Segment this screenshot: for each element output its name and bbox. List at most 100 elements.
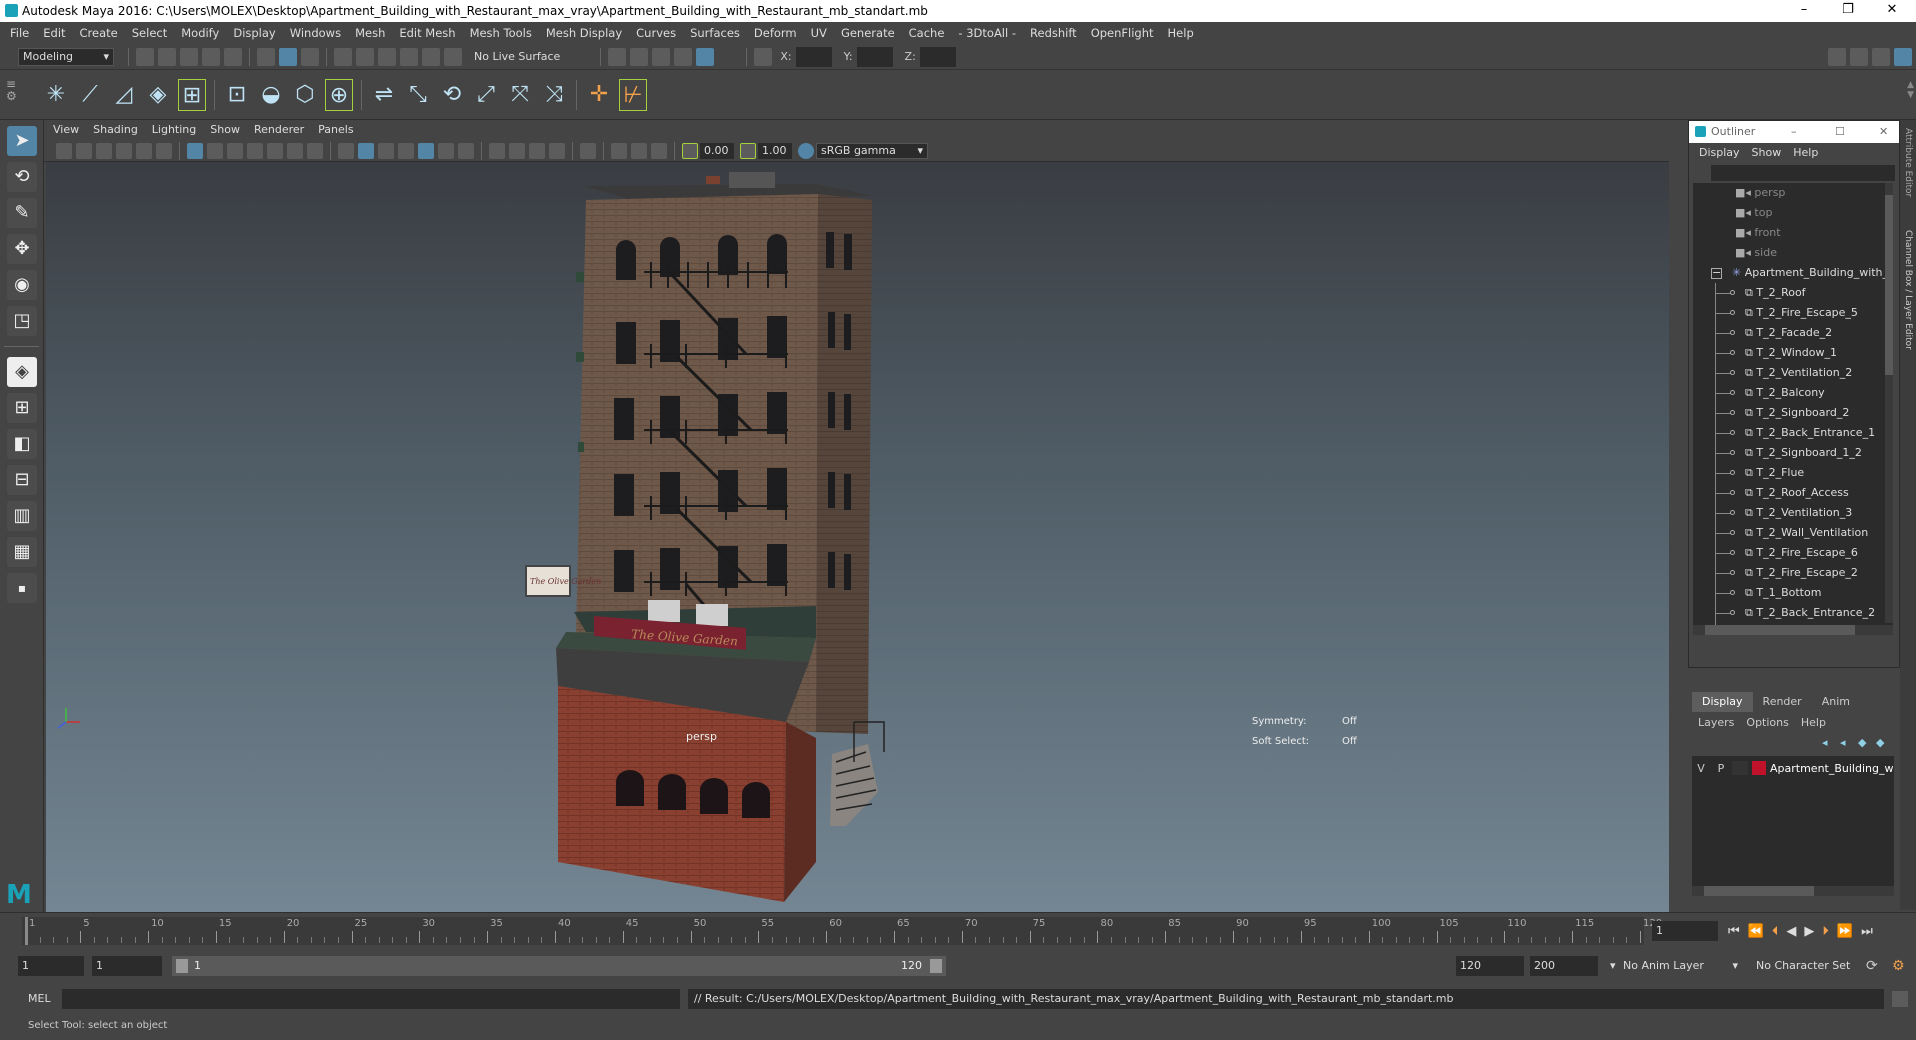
menu-edit-mesh[interactable]: Edit Mesh — [392, 22, 462, 44]
command-input[interactable] — [62, 989, 680, 1009]
render-frame-icon[interactable] — [630, 47, 649, 66]
current-time-marker[interactable] — [25, 917, 28, 945]
move-layer-up-icon[interactable]: ◂ — [1822, 736, 1836, 750]
live-surface-label[interactable]: No Live Surface — [464, 50, 570, 63]
render-settings-icon[interactable] — [608, 47, 627, 66]
menu-cache[interactable]: Cache — [902, 22, 952, 44]
grid-toggle-icon[interactable] — [187, 142, 203, 159]
menu-uv[interactable]: UV — [804, 22, 834, 44]
film-gate-icon[interactable] — [207, 142, 223, 159]
menu-surfaces[interactable]: Surfaces — [683, 22, 747, 44]
anim-layer-selector[interactable]: ▾ No Anim Layer ▾ — [1610, 956, 1740, 976]
layer-playback-toggle[interactable]: P — [1710, 762, 1732, 775]
menu-3dtoall[interactable]: - 3DtoAll - — [951, 22, 1023, 44]
menu-help[interactable]: Help — [1161, 22, 1201, 44]
gate-mask-icon[interactable] — [247, 142, 263, 159]
playback-end-field[interactable]: 120 — [1456, 956, 1524, 976]
layer-menu-layers[interactable]: Layers — [1692, 716, 1740, 729]
menu-edit[interactable]: Edit — [36, 22, 72, 44]
step-forward-key-icon[interactable]: ⏵ — [1818, 924, 1833, 939]
viewport-menu-renderer[interactable]: Renderer — [247, 120, 311, 140]
graph-persp-layout-icon[interactable]: ▦ — [7, 537, 37, 567]
play-backward-icon[interactable]: ◀ — [1782, 924, 1800, 939]
wireframe-on-shaded-icon[interactable] — [398, 142, 414, 159]
animation-end-field[interactable]: 200 — [1530, 956, 1598, 976]
menu-modify[interactable]: Modify — [174, 22, 226, 44]
step-forward-icon[interactable]: ⏩ — [1833, 924, 1857, 939]
connect-icon[interactable]: ◿ — [110, 79, 138, 111]
viewport-menu-panels[interactable]: Panels — [311, 120, 360, 140]
split-icon[interactable]: ⤡ — [404, 79, 432, 111]
select-camera-icon[interactable] — [56, 142, 72, 159]
tree-item-camera[interactable]: ■◂ side — [1693, 243, 1893, 263]
tab-display[interactable]: Display — [1692, 692, 1753, 712]
animation-start-field[interactable]: 1 — [18, 956, 84, 976]
play-forward-icon[interactable]: ▶ — [1800, 924, 1818, 939]
menu-mesh[interactable]: Mesh — [348, 22, 392, 44]
current-frame-field[interactable]: 1 — [1652, 921, 1718, 941]
shelf-scroll-icon[interactable]: ▲ ▼ — [1907, 80, 1914, 100]
grease-pencil-icon[interactable] — [156, 142, 172, 159]
key-icon[interactable]: ⟳ — [1866, 958, 1878, 974]
restore-icon[interactable]: ❐ — [1826, 0, 1870, 22]
new-layer-icon[interactable]: ◆ — [1858, 736, 1872, 750]
paint-select-icon[interactable]: ✎ — [7, 198, 37, 228]
shelf-options-icon[interactable]: ≡ ⚙ — [6, 78, 17, 102]
textured-icon[interactable] — [418, 142, 434, 159]
go-to-end-icon[interactable]: ⏭ — [1857, 924, 1877, 939]
hypershade-icon[interactable] — [696, 47, 715, 66]
script-editor-icon[interactable] — [1892, 991, 1908, 1007]
snap-point-icon[interactable] — [378, 47, 396, 66]
select-tool-icon[interactable]: ➤ — [7, 126, 37, 156]
xray-active-icon[interactable] — [631, 142, 647, 159]
gamma-icon[interactable] — [740, 142, 756, 159]
menu-windows[interactable]: Windows — [283, 22, 348, 44]
menu-generate[interactable]: Generate — [834, 22, 902, 44]
channel-box-toggle-icon[interactable] — [1894, 47, 1912, 66]
anti-aliasing-icon[interactable] — [529, 142, 545, 159]
outliner-vscrollbar[interactable] — [1885, 183, 1893, 623]
default-material-icon[interactable] — [378, 142, 394, 159]
smooth-shade-icon[interactable] — [358, 142, 374, 159]
menu-redshift[interactable]: Redshift — [1023, 22, 1084, 44]
viewport-menu-shading[interactable]: Shading — [86, 120, 145, 140]
outliner-search-input[interactable] — [1711, 165, 1895, 181]
step-back-key-icon[interactable]: ⏴ — [1768, 924, 1783, 939]
attribute-editor-tab[interactable]: Attribute Editor — [1903, 128, 1913, 208]
outliner-persp-layout-icon[interactable]: ▥ — [7, 501, 37, 531]
preferences-icon[interactable]: ⚙ — [1892, 958, 1905, 974]
range-handle-right[interactable] — [930, 959, 942, 973]
viewport-menu-show[interactable]: Show — [203, 120, 247, 140]
rotate-tool-icon[interactable]: ◉ — [7, 270, 37, 300]
outliner-menu-show[interactable]: Show — [1746, 143, 1788, 163]
use-all-lights-icon[interactable] — [438, 142, 454, 159]
layer-visibility-toggle[interactable]: V — [1692, 762, 1710, 775]
tree-item-mesh[interactable]: ⧉ T_2_Wall_Ventilation — [1693, 523, 1893, 543]
snap-surface-icon[interactable] — [422, 47, 440, 66]
menu-select[interactable]: Select — [125, 22, 174, 44]
undo-icon[interactable] — [202, 47, 220, 66]
collapse-icon[interactable]: − — [1711, 267, 1722, 279]
outliner-minimize-icon[interactable]: – — [1791, 121, 1797, 143]
image-plane-icon[interactable] — [116, 142, 132, 159]
quad-draw-icon[interactable]: ◈ — [144, 79, 172, 111]
tree-item-mesh[interactable]: ⧉ T_2_Roof_Access — [1693, 483, 1893, 503]
isolate-select-icon[interactable] — [580, 142, 596, 159]
move-layer-down-icon[interactable]: ◂ — [1840, 736, 1854, 750]
snap-view-icon[interactable] — [400, 47, 418, 66]
tree-item-mesh[interactable]: ⧉ T_2_Back_Entrance_2 — [1693, 603, 1893, 623]
tree-item-camera[interactable]: ■◂ top — [1693, 203, 1893, 223]
perspective-viewport[interactable]: The Olive Garden The Olive Garden persp … — [46, 162, 1669, 912]
outliner-menu-display[interactable]: Display — [1693, 143, 1746, 163]
camera-attributes-icon[interactable] — [76, 142, 92, 159]
extrude-icon[interactable]: ⊡ — [223, 79, 251, 111]
merge-icon[interactable]: ⇌ — [370, 79, 398, 111]
layer-name[interactable]: Apartment_Building_w — [1770, 762, 1893, 775]
range-handle-left[interactable] — [176, 959, 188, 973]
render-view-icon[interactable] — [674, 47, 693, 66]
tree-item-group[interactable]: − ✳ Apartment_Building_with_ — [1693, 263, 1893, 283]
time-ruler[interactable]: 1 5 10 15 20 25 30 35 40 45 50 55 60 65 70 75 80 85 90 95 10… — [22, 917, 1662, 945]
target-weld-icon[interactable]: ⟋ — [76, 79, 104, 111]
single-view-layout-icon[interactable]: ◈ — [7, 357, 37, 387]
bookmark-icon[interactable] — [96, 142, 112, 159]
